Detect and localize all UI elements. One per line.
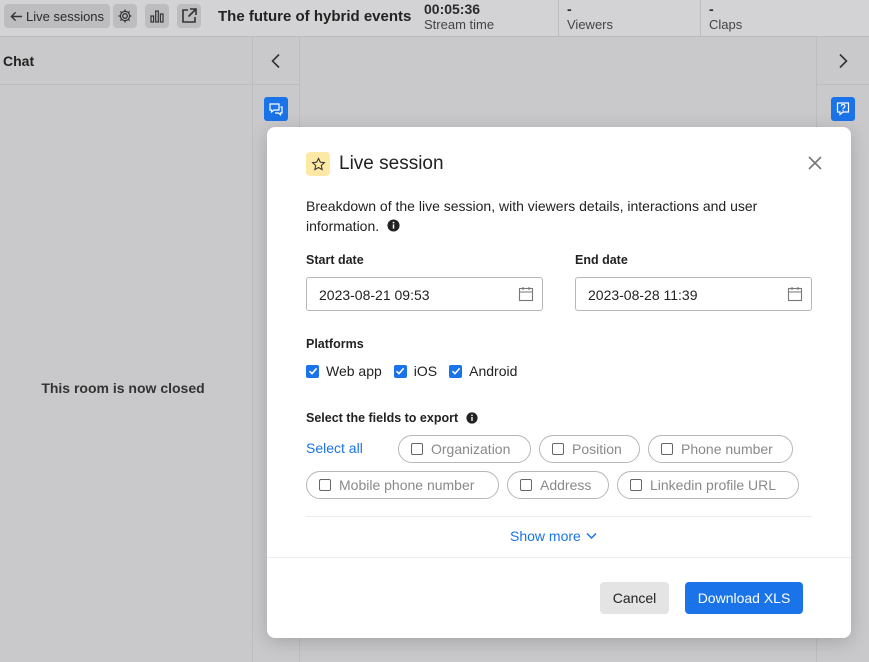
checkbox-unchecked[interactable] xyxy=(630,479,642,491)
stat-label: Stream time xyxy=(424,17,495,32)
chevron-right-icon xyxy=(839,53,848,68)
stream-time-stat: 00:05:36 Stream time xyxy=(416,0,558,37)
info-icon[interactable] xyxy=(387,219,400,232)
end-date-input[interactable]: 2023-08-28 11:39 xyxy=(575,277,812,311)
star-icon xyxy=(310,156,326,171)
start-date-label: Start date xyxy=(306,253,364,267)
field-linkedin-url-chip[interactable]: Linkedin profile URL xyxy=(617,471,799,499)
close-dialog-button[interactable] xyxy=(807,155,823,171)
field-label: Address xyxy=(540,477,592,493)
field-address-chip[interactable]: Address xyxy=(507,471,609,499)
back-to-live-sessions-button[interactable]: Live sessions xyxy=(4,4,111,28)
calendar-icon[interactable] xyxy=(518,286,534,302)
checkbox-unchecked[interactable] xyxy=(661,443,673,455)
external-link-icon xyxy=(182,8,197,23)
stat-value: - xyxy=(567,1,572,17)
field-label: Position xyxy=(572,441,622,457)
platform-label: Android xyxy=(469,363,518,379)
cancel-button[interactable]: Cancel xyxy=(600,582,669,614)
checkbox-checked[interactable] xyxy=(306,364,319,378)
dialog-description: Breakdown of the live session, with view… xyxy=(306,196,806,236)
fields-label-row: Select the fields to export xyxy=(306,411,478,425)
analytics-button[interactable] xyxy=(145,4,169,28)
chevron-left-icon xyxy=(271,53,280,68)
stat-label: Viewers xyxy=(567,17,614,32)
check-icon xyxy=(308,367,317,375)
select-all-link[interactable]: Select all xyxy=(306,440,363,456)
platforms-group: Web app iOS Android xyxy=(306,363,517,379)
check-icon xyxy=(451,367,460,375)
field-label: Phone number xyxy=(681,441,773,457)
live-session-dialog: Live session Breakdown of the live sessi… xyxy=(267,127,851,638)
stat-label: Claps xyxy=(709,17,743,32)
check-icon xyxy=(396,367,405,375)
download-xls-button[interactable]: Download XLS xyxy=(685,582,803,614)
dialog-title: Live session xyxy=(339,153,444,174)
divider xyxy=(306,516,812,517)
description-text: Breakdown of the live session, with view… xyxy=(306,198,758,234)
start-date-input[interactable]: 2023-08-21 09:53 xyxy=(306,277,543,311)
chat-panel: Chat This room is now closed xyxy=(0,37,252,662)
show-more-label: Show more xyxy=(510,528,581,544)
chevron-down-icon xyxy=(586,532,597,540)
field-label: Linkedin profile URL xyxy=(650,477,777,493)
checkbox-unchecked[interactable] xyxy=(411,443,423,455)
field-phone-number-chip[interactable]: Phone number xyxy=(648,435,793,463)
field-mobile-phone-number-chip[interactable]: Mobile phone number xyxy=(306,471,499,499)
platform-web-app-checkbox[interactable]: Web app xyxy=(306,363,382,379)
viewers-stat: - Viewers xyxy=(558,0,700,37)
checkbox-unchecked[interactable] xyxy=(319,479,331,491)
star-badge xyxy=(306,152,330,176)
field-label: Organization xyxy=(431,441,511,457)
fields-label: Select the fields to export xyxy=(306,411,459,425)
platforms-label: Platforms xyxy=(306,337,364,351)
stat-value: - xyxy=(709,1,714,17)
calendar-icon[interactable] xyxy=(787,286,803,302)
collapse-right-button[interactable] xyxy=(817,37,869,85)
info-icon[interactable] xyxy=(466,412,478,424)
bar-chart-icon xyxy=(150,10,164,23)
top-bar: Live sessions The future of hybrid event… xyxy=(0,0,869,37)
platform-label: Web app xyxy=(326,363,382,379)
event-title: The future of hybrid events xyxy=(218,8,412,25)
show-more-link[interactable]: Show more xyxy=(510,528,597,544)
checkbox-checked[interactable] xyxy=(393,364,407,378)
gear-icon xyxy=(118,9,132,23)
questions-tab-button[interactable] xyxy=(831,97,855,121)
start-date-value: 2023-08-21 09:53 xyxy=(319,287,430,303)
chat-header: Chat xyxy=(0,37,252,85)
collapse-left-button[interactable] xyxy=(253,37,299,85)
end-date-value: 2023-08-28 11:39 xyxy=(588,287,698,303)
field-organization-chip[interactable]: Organization xyxy=(398,435,531,463)
room-closed-message: This room is now closed xyxy=(41,380,205,396)
open-external-button[interactable] xyxy=(177,4,201,28)
dialog-header: Live session xyxy=(306,152,444,176)
chat-bubbles-icon xyxy=(269,103,283,117)
field-position-chip[interactable]: Position xyxy=(539,435,640,463)
claps-stat: - Claps xyxy=(700,0,869,37)
platform-android-checkbox[interactable]: Android xyxy=(449,363,517,379)
end-date-label: End date xyxy=(575,253,628,267)
checkbox-unchecked[interactable] xyxy=(520,479,532,491)
platform-label: iOS xyxy=(413,363,438,379)
checkbox-unchecked[interactable] xyxy=(552,443,564,455)
arrow-left-icon xyxy=(10,11,23,21)
chat-tab-button[interactable] xyxy=(264,97,288,121)
checkbox-checked[interactable] xyxy=(449,364,463,378)
divider xyxy=(267,557,851,558)
stat-value: 00:05:36 xyxy=(424,1,481,17)
settings-button[interactable] xyxy=(113,4,137,28)
question-bubble-icon xyxy=(836,102,850,116)
back-label: Live sessions xyxy=(26,8,105,24)
platform-ios-checkbox[interactable]: iOS xyxy=(393,363,438,379)
close-icon xyxy=(808,156,822,170)
field-label: Mobile phone number xyxy=(339,477,475,493)
